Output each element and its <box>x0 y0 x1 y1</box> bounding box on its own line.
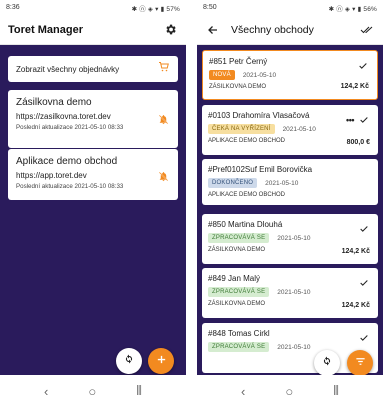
page-title: Toret Manager <box>8 23 83 36</box>
order-date: 2021-05-10 <box>277 234 311 242</box>
order-date: 2021-05-10 <box>242 71 277 79</box>
order-title: #850 Martina Dlouhá <box>208 220 283 229</box>
order-title: #Pref0102Suf Emil Borovička <box>208 165 313 174</box>
checkmark-icon[interactable] <box>357 331 371 345</box>
nav-back-icon[interactable]: ‹ <box>241 384 245 399</box>
shopping-cart-icon <box>158 60 170 78</box>
status-icons: ✱ ⓝ ◈ ▾ ▮ 57% <box>131 5 180 13</box>
shops-list: Zobrazit všechny objednávky Zásilkovna d… <box>0 45 186 375</box>
checkmark-icon[interactable] <box>356 59 370 73</box>
order-card[interactable]: #850 Martina Dlouhá ZPRACOVÁVÁ SE 2021-0… <box>202 214 378 264</box>
nav-back-icon[interactable]: ‹ <box>44 384 48 399</box>
filter-icon <box>355 354 366 372</box>
plus-icon <box>156 352 167 370</box>
refresh-icon <box>123 352 135 370</box>
shop-card-aplikace[interactable]: Aplikace demo obchod https://app.toret.d… <box>8 149 178 200</box>
shop-name: Zásilkovna demo <box>16 97 92 108</box>
screen-divider <box>186 0 197 407</box>
add-shop-button[interactable] <box>148 348 174 374</box>
app-bar: Všechny obchody <box>197 15 383 45</box>
order-price: 800,0 € <box>346 139 370 146</box>
status-bar: 8:36 ✱ ⓝ ◈ ▾ ▮ 57% <box>0 0 186 15</box>
status-time: 8:50 <box>203 4 217 11</box>
status-badge: DOKONČENO <box>208 178 258 188</box>
refresh-button[interactable] <box>116 348 142 374</box>
order-title: #851 Petr Černý <box>209 57 268 66</box>
notifications-off-icon[interactable] <box>158 169 169 187</box>
more-options-icon[interactable]: ••• <box>346 115 354 125</box>
nav-home-icon[interactable]: ○ <box>285 384 293 399</box>
shop-url: https://zasilkovna.toret.dev <box>16 112 111 121</box>
refresh-button[interactable] <box>314 350 340 375</box>
nav-recents-icon[interactable]: ⦀ <box>136 383 142 399</box>
order-date: 2021-05-10 <box>277 288 311 296</box>
app-bar: Toret Manager <box>0 15 186 45</box>
order-card[interactable]: #0103 Drahomíra Vlasačová ČEKÁ NA VYŘÍZE… <box>202 105 378 155</box>
order-title: #849 Jan Malý <box>208 274 261 283</box>
checkmark-icon[interactable] <box>357 222 371 236</box>
show-all-orders-label: Zobrazit všechny objednávky <box>16 64 120 74</box>
nav-recents-icon[interactable]: ⦀ <box>333 383 339 399</box>
status-icons: ✱ ⓝ ◈ ▾ ▮ 56% <box>328 5 377 13</box>
shop-name: Aplikace demo obchod <box>16 156 118 167</box>
settings-gear-icon[interactable] <box>162 22 178 38</box>
phone-screen-orders: 8:50 ✱ ⓝ ◈ ▾ ▮ 56% Všechny obchody #851 … <box>197 0 383 407</box>
status-badge: ZPRACOVÁVÁ SE <box>208 233 270 243</box>
order-price: 124,2 Kč <box>340 83 369 90</box>
order-card[interactable]: #Pref0102Suf Emil Borovička DOKONČENO 20… <box>202 159 378 205</box>
status-badge: ZPRACOVÁVÁ SE <box>208 342 270 352</box>
mark-all-done-icon[interactable] <box>359 22 375 38</box>
shop-url: https://app.toret.dev <box>16 171 87 180</box>
status-badge: ČEKÁ NA VYŘÍZENÍ <box>208 124 275 134</box>
status-time: 8:36 <box>6 4 20 11</box>
shop-last-update: Poslední aktualizace 2021-05-10 08:33 <box>16 183 124 190</box>
order-title: #848 Tomas Cirkl <box>208 329 270 338</box>
nav-home-icon[interactable]: ○ <box>88 384 96 399</box>
order-date: 2021-05-10 <box>265 179 299 187</box>
order-date: 2021-05-10 <box>282 125 316 133</box>
checkmark-icon[interactable] <box>357 113 371 127</box>
refresh-icon <box>321 354 333 372</box>
order-card[interactable]: #851 Petr Černý NOVÁ 2021-05-10 ZÁSILKOV… <box>202 50 378 100</box>
checkmark-icon[interactable] <box>357 276 371 290</box>
status-badge: NOVÁ <box>209 70 235 80</box>
filter-button[interactable] <box>347 350 373 375</box>
shop-card-zasilkovna[interactable]: Zásilkovna demo https://zasilkovna.toret… <box>8 90 178 148</box>
phone-screen-shops: 8:36 ✱ ⓝ ◈ ▾ ▮ 57% Toret Manager Zobrazi… <box>0 0 186 407</box>
system-nav-bar: ‹ ○ ⦀ <box>197 375 383 407</box>
system-nav-bar: ‹ ○ ⦀ <box>0 375 186 407</box>
order-card[interactable]: #849 Jan Malý ZPRACOVÁVÁ SE 2021-05-10 Z… <box>202 268 378 318</box>
order-date: 2021-05-10 <box>277 343 311 351</box>
order-shop: APLIKACE DEMO OBCHOD <box>208 192 286 198</box>
status-badge: ZPRACOVÁVÁ SE <box>208 287 270 297</box>
order-price: 124,2 Kč <box>341 248 370 255</box>
page-title: Všechny obchody <box>231 23 314 36</box>
show-all-orders-button[interactable]: Zobrazit všechny objednávky <box>8 56 178 82</box>
shop-last-update: Poslední aktualizace 2021-05-10 08:33 <box>16 124 124 131</box>
orders-list: #851 Petr Černý NOVÁ 2021-05-10 ZÁSILKOV… <box>197 45 383 375</box>
notifications-off-icon[interactable] <box>158 112 169 130</box>
status-bar: 8:50 ✱ ⓝ ◈ ▾ ▮ 56% <box>197 0 383 15</box>
back-arrow-icon[interactable] <box>205 22 221 38</box>
order-price: 124,2 Kč <box>341 302 370 309</box>
